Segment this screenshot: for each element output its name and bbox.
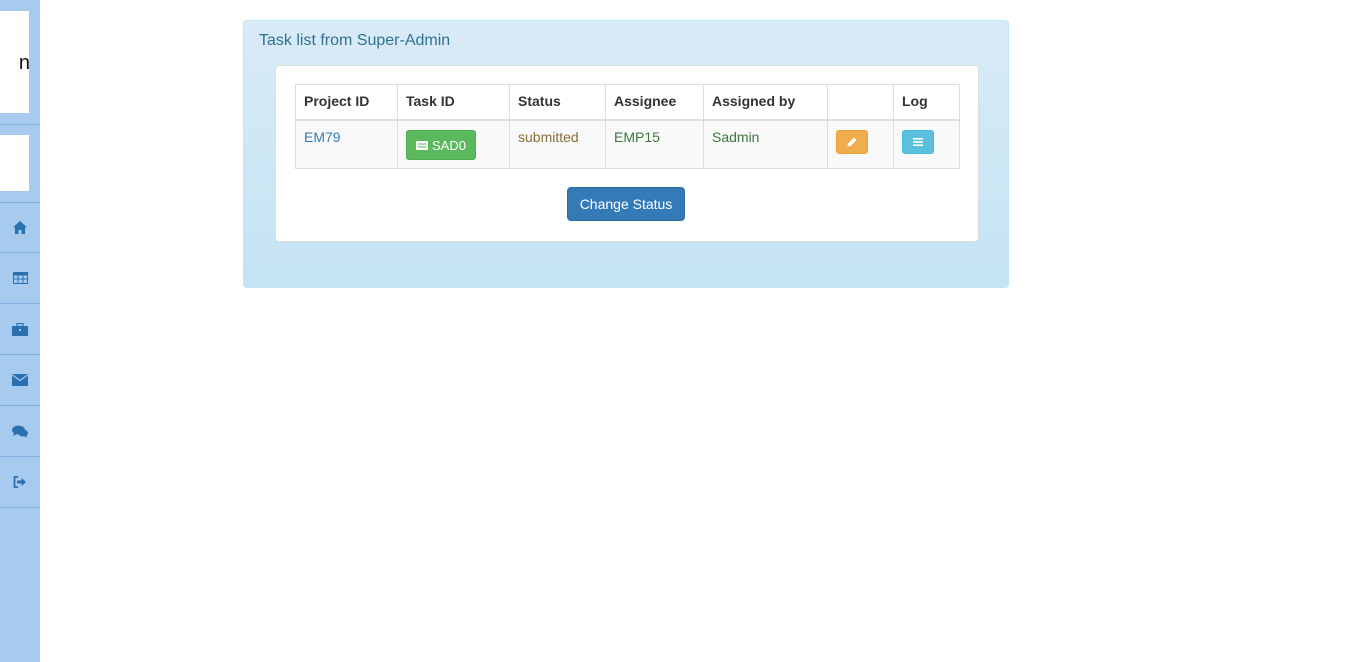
briefcase-icon: [12, 322, 28, 336]
sidebar-divider: [0, 124, 40, 125]
panel-title: Task list from Super-Admin: [259, 32, 451, 49]
pencil-icon: [847, 137, 857, 147]
task-id-label: SAD0: [432, 137, 466, 153]
col-status: Status: [509, 84, 606, 121]
task-id-button[interactable]: SAD0: [406, 130, 476, 160]
status-cell: submitted: [509, 119, 606, 169]
col-assigned-by: Assigned by: [703, 84, 828, 121]
logo-text: n: [18, 52, 29, 74]
envelope-icon: [12, 374, 28, 386]
assigned-by-cell: Sadmin: [703, 119, 828, 169]
panel-body: Project ID Task ID Status Assignee Assig…: [275, 65, 979, 242]
list-icon: [913, 138, 923, 146]
task-table: Project ID Task ID Status Assignee Assig…: [295, 84, 960, 169]
comments-icon: [12, 425, 28, 437]
table-row: EM79 SAD0 submitted EMP15 Sadmin: [295, 119, 960, 169]
col-assignee: Assignee: [605, 84, 704, 121]
sign-out-icon: [13, 476, 26, 488]
log-cell: [893, 119, 960, 169]
task-id-cell: SAD0: [397, 119, 510, 169]
sidebar-item-messages[interactable]: [0, 355, 40, 406]
edit-cell: [827, 119, 894, 169]
col-project-id: Project ID: [295, 84, 398, 121]
sidebar-item-chat[interactable]: [0, 406, 40, 457]
sidebar-item-table[interactable]: [0, 253, 40, 304]
sidebar-item-briefcase[interactable]: [0, 304, 40, 355]
sidebar-item-home[interactable]: [0, 202, 40, 253]
project-id-cell: EM79: [295, 119, 398, 169]
col-task-id: Task ID: [397, 84, 510, 121]
table-icon: [12, 272, 28, 284]
change-status-button[interactable]: Change Status: [567, 187, 685, 221]
col-edit: [827, 84, 894, 121]
sidebar: n: [0, 0, 40, 662]
profile-box: [0, 135, 29, 191]
col-log: Log: [893, 84, 960, 121]
table-header-row: Project ID Task ID Status Assignee Assig…: [295, 84, 960, 121]
logo[interactable]: n: [0, 11, 29, 113]
assignee-cell: EMP15: [605, 119, 704, 169]
edit-button[interactable]: [836, 130, 868, 154]
list-alt-icon: [416, 140, 428, 150]
sidebar-item-logout[interactable]: [0, 457, 40, 508]
log-button[interactable]: [902, 130, 934, 154]
home-icon: [13, 220, 27, 234]
task-panel: Task list from Super-Admin Project ID Ta…: [243, 20, 1009, 288]
